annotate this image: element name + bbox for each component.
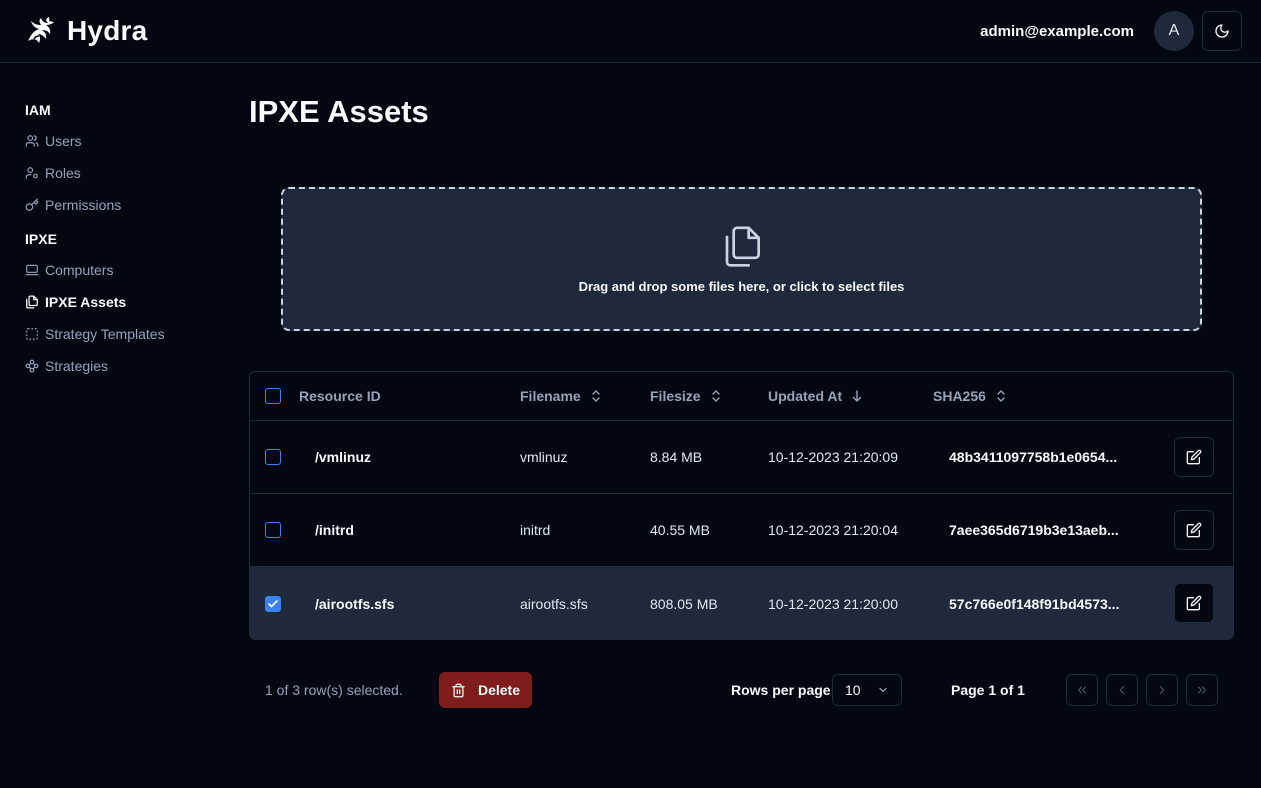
sidebar-item-computers[interactable]: Computers: [25, 254, 225, 286]
brand[interactable]: Hydra: [25, 15, 147, 47]
cell-filesize: 808.05 MB: [650, 595, 718, 612]
sidebar-item-label: Roles: [45, 165, 81, 181]
chevron-left-icon: [1119, 685, 1125, 695]
table-row[interactable]: /vmlinuz vmlinuz 8.84 MB 10-12-2023 21:2…: [250, 421, 1233, 494]
top-bar: Hydra admin@example.com A: [0, 0, 1261, 63]
last-page-button[interactable]: [1186, 674, 1218, 706]
user-key-icon: [25, 167, 38, 179]
sidebar-item-roles[interactable]: Roles: [25, 157, 225, 189]
column-label: SHA256: [933, 388, 986, 404]
sort-icon: [996, 390, 1006, 402]
sidebar-item-permissions[interactable]: Permissions: [25, 189, 225, 221]
column-header-filename[interactable]: Filename: [520, 372, 601, 420]
cell-updated-at: 10-12-2023 21:20:09: [768, 449, 898, 465]
sidebar-section-iam: IAM: [25, 102, 51, 118]
rows-per-page-label: Rows per page: [731, 682, 831, 698]
file-dropzone[interactable]: Drag and drop some files here, or click …: [281, 187, 1202, 331]
edit-button[interactable]: [1174, 437, 1214, 477]
sort-icon: [591, 390, 601, 402]
key-icon: [25, 198, 39, 211]
column-label: Resource ID: [299, 388, 381, 404]
rows-per-page-value: 10: [845, 682, 861, 698]
cell-sha256: 57c766e0f148f91bd4573...: [949, 595, 1120, 612]
assets-table: Resource ID Filename Filesize Updated At…: [249, 371, 1234, 640]
check-icon: [268, 599, 278, 607]
row-checkbox[interactable]: [265, 522, 281, 538]
moon-icon: [1215, 24, 1229, 38]
sidebar-item-label: Strategies: [45, 358, 109, 374]
chevrons-right-icon: [1197, 686, 1207, 694]
edit-button[interactable]: [1174, 583, 1214, 623]
sidebar-item-label: Users: [45, 133, 82, 149]
edit-button[interactable]: [1174, 510, 1214, 550]
cell-resource-id: /initrd: [315, 522, 354, 538]
cell-sha256: 48b3411097758b1e0654...: [949, 449, 1118, 465]
column-header-sha256[interactable]: SHA256: [933, 372, 1006, 420]
selection-count: 1 of 3 row(s) selected.: [265, 682, 403, 698]
page-info: Page 1 of 1: [951, 682, 1025, 698]
column-header-updated-at[interactable]: Updated At: [768, 372, 862, 420]
cell-sha256: 7aee365d6719b3e13aeb...: [949, 522, 1119, 538]
laptop-icon: [25, 264, 39, 276]
dashed-square-icon: [26, 328, 38, 340]
sidebar-item-strategy-templates[interactable]: Strategy Templates: [25, 318, 225, 350]
avatar[interactable]: A: [1154, 11, 1194, 51]
edit-icon: [1186, 522, 1202, 538]
first-page-button[interactable]: [1066, 674, 1098, 706]
app-name: Hydra: [67, 15, 148, 46]
user-email: admin@example.com: [980, 22, 1134, 40]
page-title: IPXE Assets: [249, 94, 429, 129]
cell-resource-id: /vmlinuz: [315, 449, 372, 465]
chevrons-left-icon: [1077, 686, 1087, 694]
sidebar-item-label: Strategy Templates: [45, 326, 165, 342]
column-label: Updated At: [768, 388, 843, 404]
cell-filename: vmlinuz: [520, 449, 568, 465]
next-page-button[interactable]: [1146, 674, 1178, 706]
users-icon: [25, 135, 39, 147]
theme-toggle-button[interactable]: [1202, 11, 1242, 51]
sidebar-item-users[interactable]: Users: [25, 125, 225, 157]
delete-button[interactable]: Delete: [439, 672, 532, 708]
table-row[interactable]: /initrd initrd 40.55 MB 10-12-2023 21:20…: [250, 494, 1233, 567]
trash-icon: [452, 683, 465, 697]
sidebar-item-strategies[interactable]: Strategies: [25, 350, 225, 382]
sidebar-section-ipxe: IPXE: [25, 231, 57, 247]
rows-per-page-select[interactable]: 10: [832, 674, 902, 706]
previous-page-button[interactable]: [1106, 674, 1138, 706]
cell-resource-id: /airootfs.sfs: [315, 595, 395, 612]
sort-desc-icon: [852, 390, 862, 402]
files-icon: [725, 226, 760, 267]
edit-icon: [1186, 449, 1202, 465]
cell-updated-at: 10-12-2023 21:20:04: [768, 522, 898, 538]
cell-filename: airootfs.sfs: [520, 595, 588, 612]
table-row[interactable]: /airootfs.sfs airootfs.sfs 808.05 MB 10-…: [250, 567, 1233, 639]
cell-updated-at: 10-12-2023 21:20:00: [768, 595, 898, 612]
workflow-icon: [25, 359, 39, 373]
cell-filesize: 40.55 MB: [650, 522, 710, 538]
cell-filesize: 8.84 MB: [650, 449, 703, 465]
column-header-resource-id[interactable]: Resource ID: [299, 372, 381, 420]
sidebar: IAM Users Roles Permissions IPXE Compute…: [25, 100, 225, 382]
column-label: Filename: [520, 388, 581, 404]
hydra-logo-icon: [28, 17, 54, 43]
sidebar-item-label: Computers: [45, 262, 114, 278]
row-checkbox[interactable]: [265, 595, 281, 612]
sidebar-item-label: IPXE Assets: [45, 294, 127, 310]
column-header-filesize[interactable]: Filesize: [650, 372, 721, 420]
dropzone-text: Drag and drop some files here, or click …: [578, 278, 905, 294]
chevron-right-icon: [1159, 685, 1165, 695]
files-icon: [26, 295, 38, 309]
table-header: Resource ID Filename Filesize Updated At…: [250, 372, 1233, 421]
row-checkbox[interactable]: [265, 449, 281, 465]
edit-icon: [1186, 595, 1202, 611]
delete-label: Delete: [477, 682, 521, 698]
column-label: Filesize: [650, 388, 701, 404]
chevron-down-icon: [877, 684, 889, 696]
select-all-checkbox[interactable]: [265, 388, 281, 404]
cell-filename: initrd: [520, 522, 551, 538]
sidebar-item-label: Permissions: [45, 197, 122, 213]
sort-icon: [711, 390, 721, 402]
sidebar-item-ipxe-assets[interactable]: IPXE Assets: [25, 286, 225, 318]
